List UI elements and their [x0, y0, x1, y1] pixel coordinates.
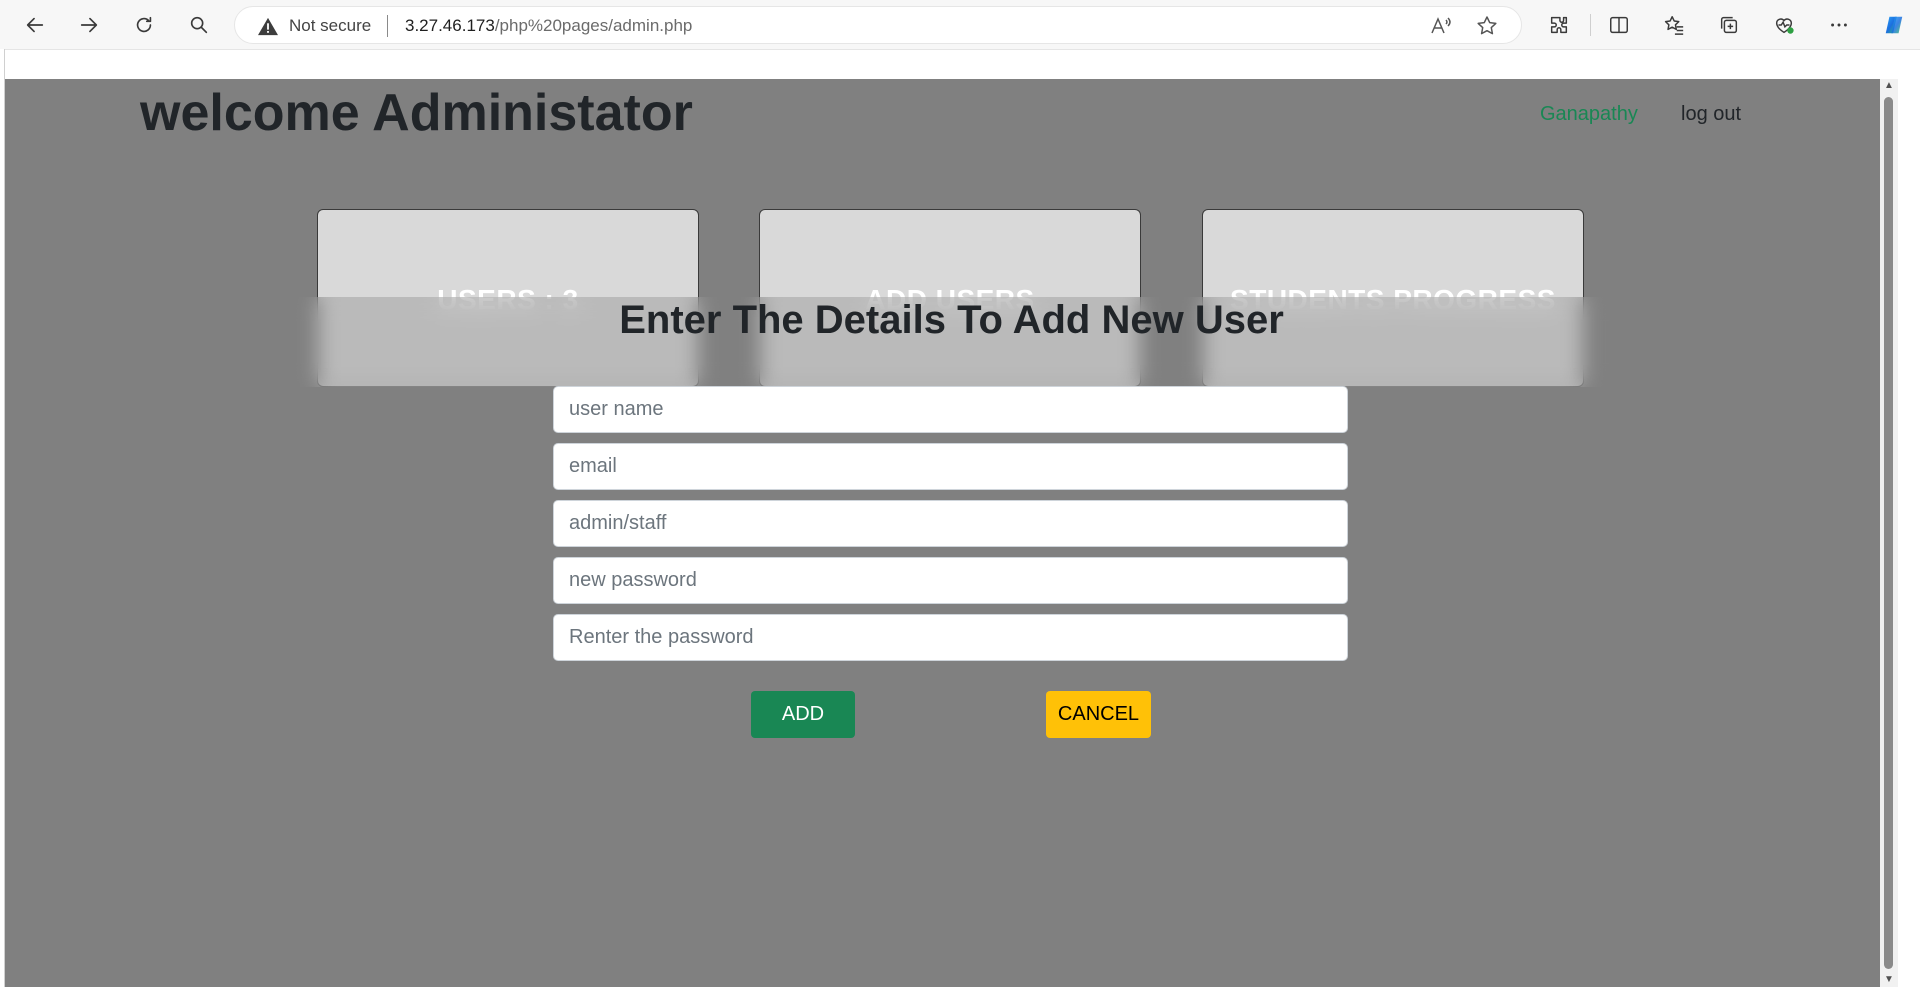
address-bar[interactable]: Not secure 3.27.46.173/php%20pages/admin…: [234, 6, 1522, 44]
warning-icon[interactable]: [257, 16, 279, 36]
refresh-icon[interactable]: [129, 10, 159, 40]
copilot-icon[interactable]: [1879, 10, 1909, 40]
url-path: /php%20pages/admin.php: [494, 16, 693, 35]
url-text[interactable]: 3.27.46.173/php%20pages/admin.php: [405, 16, 692, 36]
read-aloud-icon[interactable]: [1429, 14, 1453, 38]
username-input[interactable]: [553, 386, 1348, 433]
scroll-up-arrow-icon[interactable]: ▲: [1884, 81, 1894, 91]
page-overlay: welcome Administator Ganapathy log out U…: [5, 79, 1898, 987]
page-title: welcome Administator: [140, 84, 693, 142]
url-host: 3.27.46.173: [405, 16, 495, 35]
add-button[interactable]: ADD: [751, 691, 855, 738]
favorites-icon[interactable]: [1659, 10, 1689, 40]
new-password-input[interactable]: [553, 557, 1348, 604]
browser-essentials-icon[interactable]: [1769, 10, 1799, 40]
vertical-scrollbar[interactable]: ▲ ▼: [1880, 79, 1898, 987]
toolbar-divider: [1590, 14, 1591, 36]
role-input[interactable]: [553, 500, 1348, 547]
search-icon[interactable]: [184, 10, 214, 40]
browser-toolbar: Not secure 3.27.46.173/php%20pages/admin…: [0, 0, 1920, 49]
nav-user-link[interactable]: Ganapathy: [1540, 103, 1638, 126]
cancel-button[interactable]: CANCEL: [1046, 691, 1151, 738]
email-input[interactable]: [553, 443, 1348, 490]
modal-title: Enter The Details To Add New User: [619, 298, 1284, 342]
logout-link[interactable]: log out: [1681, 103, 1741, 126]
page-top-strip: [0, 49, 1920, 79]
back-arrow-icon[interactable]: [20, 10, 50, 40]
scroll-thumb[interactable]: [1884, 97, 1893, 969]
more-menu-icon[interactable]: [1824, 10, 1854, 40]
favorite-star-icon[interactable]: [1475, 14, 1499, 38]
address-separator: [387, 15, 388, 37]
scroll-down-arrow-icon[interactable]: ▼: [1884, 975, 1894, 985]
not-secure-label[interactable]: Not secure: [289, 16, 371, 36]
collections-icon[interactable]: [1714, 10, 1744, 40]
split-screen-icon[interactable]: [1604, 10, 1634, 40]
forward-arrow-icon[interactable]: [74, 10, 104, 40]
confirm-password-input[interactable]: [553, 614, 1348, 661]
extensions-icon[interactable]: [1544, 10, 1574, 40]
